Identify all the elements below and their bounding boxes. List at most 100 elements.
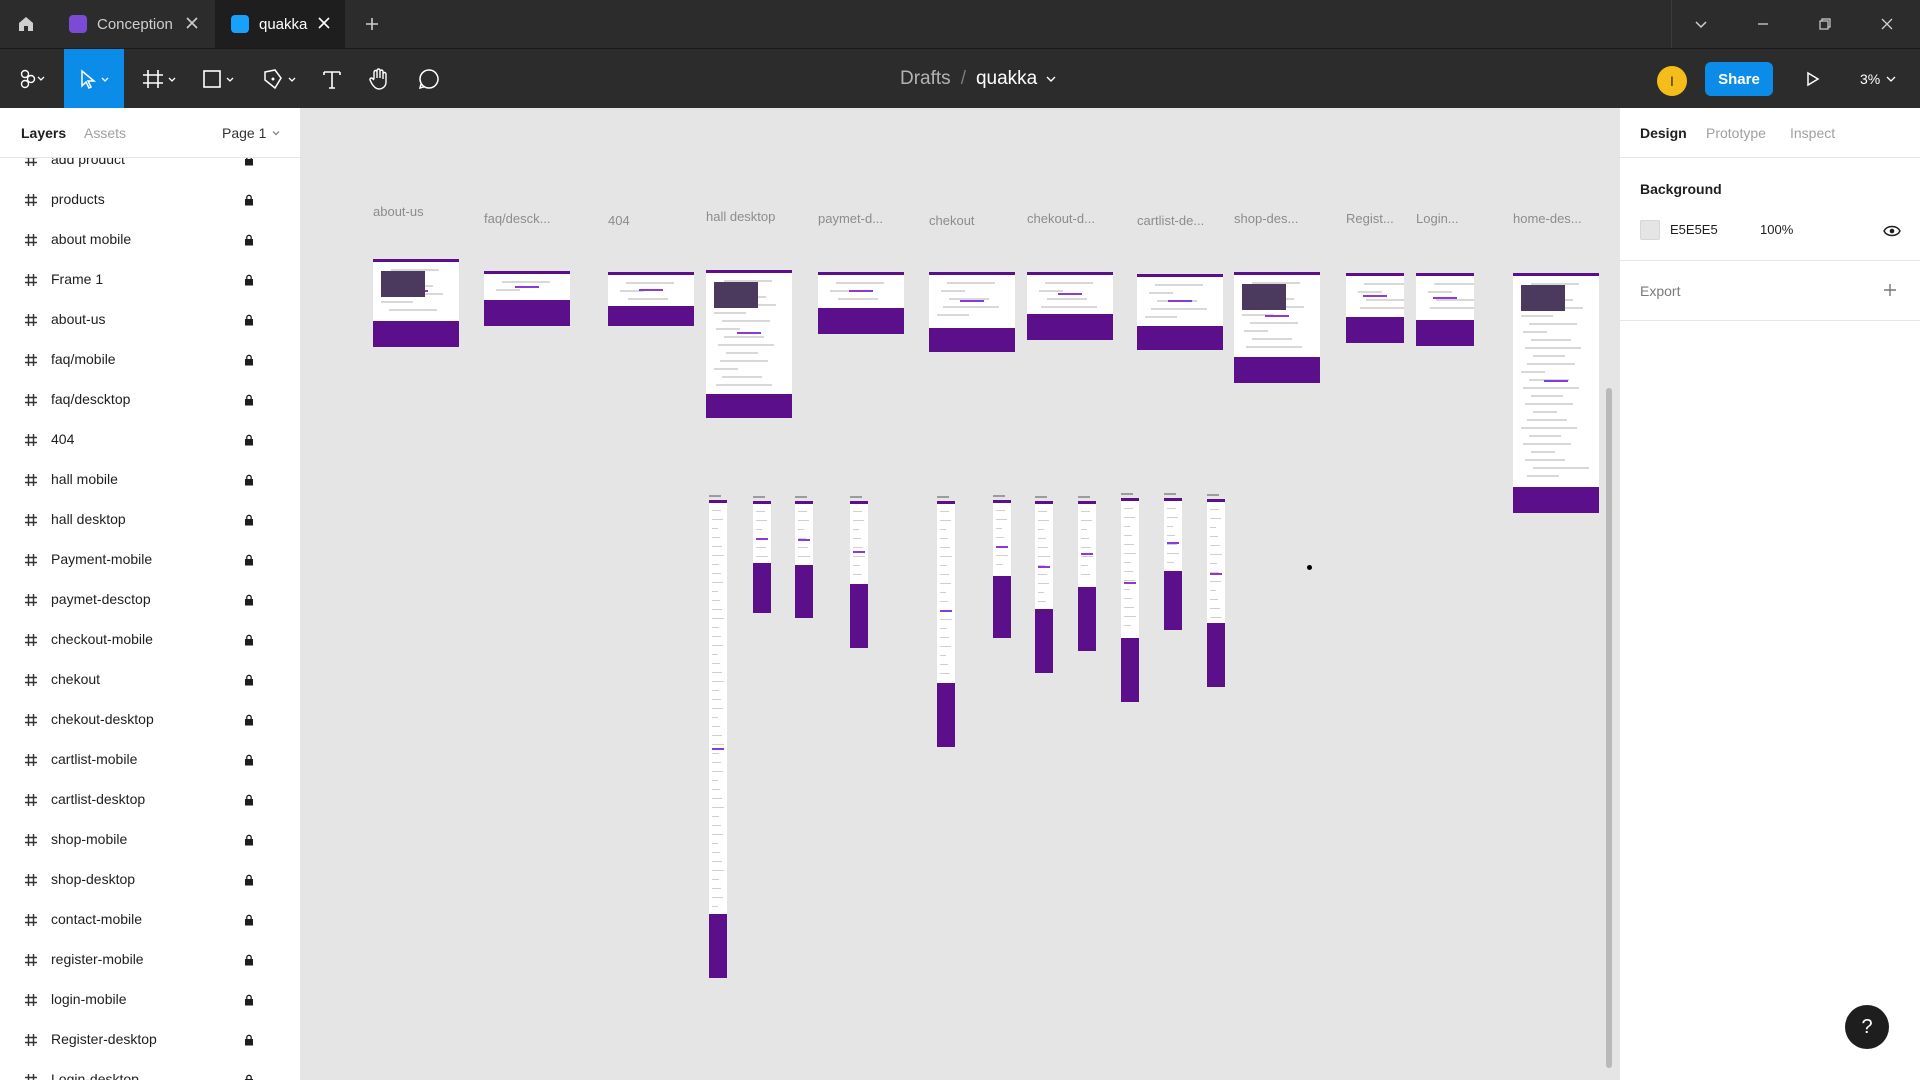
page-selector[interactable]: Page 1: [222, 108, 282, 158]
layer-item[interactable]: faq/mobile: [0, 340, 300, 380]
avatar[interactable]: I: [1657, 66, 1687, 96]
frame-label[interactable]: [709, 495, 721, 497]
canvas-frame[interactable]: [993, 500, 1011, 638]
breadcrumb-project[interactable]: Drafts: [900, 68, 951, 90]
canvas-frame[interactable]: [1234, 272, 1320, 383]
frame-label[interactable]: [937, 496, 949, 498]
layer-item[interactable]: shop-desktop: [0, 860, 300, 900]
frame-label[interactable]: shop-des...: [1234, 211, 1298, 226]
layer-item[interactable]: faq/descktop: [0, 380, 300, 420]
help-button[interactable]: ?: [1845, 1005, 1889, 1049]
tab-prototype[interactable]: Prototype: [1706, 108, 1766, 158]
layer-item[interactable]: Register-desktop: [0, 1020, 300, 1060]
frame-label[interactable]: Regist...: [1346, 211, 1394, 226]
layer-item[interactable]: contact-mobile: [0, 900, 300, 940]
layer-item[interactable]: chekout-desktop: [0, 700, 300, 740]
layer-item[interactable]: products: [0, 180, 300, 220]
share-button[interactable]: Share: [1705, 62, 1773, 96]
lock-icon[interactable]: [243, 594, 255, 606]
canvas-frame[interactable]: [929, 272, 1015, 352]
canvas-scrollbar[interactable]: [1606, 388, 1612, 1068]
canvas-frame[interactable]: [1513, 273, 1599, 513]
layer-item[interactable]: hall mobile: [0, 460, 300, 500]
tab-layers[interactable]: Layers: [21, 108, 66, 158]
tab-quakka[interactable]: quakka: [215, 0, 345, 48]
canvas-frame[interactable]: [484, 271, 570, 326]
lock-icon[interactable]: [243, 434, 255, 446]
canvas-frame[interactable]: [818, 272, 904, 334]
close-icon[interactable]: [185, 16, 199, 30]
lock-icon[interactable]: [243, 954, 255, 966]
layer-item[interactable]: about-us: [0, 300, 300, 340]
chevron-down-icon[interactable]: [1041, 72, 1061, 86]
canvas[interactable]: about-us faq/desck... 404 hall desktop payme…: [301, 108, 1619, 1080]
minimize-button[interactable]: [1732, 0, 1794, 48]
lock-icon[interactable]: [243, 834, 255, 846]
layer-item[interactable]: login-mobile: [0, 980, 300, 1020]
frame-label[interactable]: chekout: [929, 213, 975, 228]
zoom-dropdown[interactable]: 3%: [1860, 49, 1898, 109]
close-icon[interactable]: [317, 16, 331, 30]
frame-label[interactable]: [795, 496, 807, 498]
canvas-frame[interactable]: [1137, 274, 1223, 350]
lock-icon[interactable]: [243, 874, 255, 886]
lock-icon[interactable]: [243, 714, 255, 726]
canvas-frame[interactable]: [373, 259, 459, 347]
shape-tool[interactable]: [196, 49, 246, 109]
frame-label[interactable]: [850, 496, 862, 498]
frame-label[interactable]: [1121, 493, 1133, 495]
layer-item[interactable]: about mobile: [0, 220, 300, 260]
home-button[interactable]: [0, 0, 52, 48]
layer-item[interactable]: register-mobile: [0, 940, 300, 980]
lock-icon[interactable]: [243, 314, 255, 326]
frame-tool[interactable]: [136, 49, 186, 109]
lock-icon[interactable]: [243, 194, 255, 206]
canvas-frame[interactable]: [1164, 498, 1182, 630]
tab-design[interactable]: Design: [1640, 108, 1687, 158]
lock-icon[interactable]: [243, 674, 255, 686]
frame-label[interactable]: 404: [608, 213, 630, 228]
lock-icon[interactable]: [243, 234, 255, 246]
layer-item[interactable]: cartlist-desktop: [0, 780, 300, 820]
frame-label[interactable]: cartlist-de...: [1137, 213, 1204, 228]
lock-icon[interactable]: [243, 634, 255, 646]
canvas-frame[interactable]: [706, 270, 792, 418]
lock-icon[interactable]: [243, 474, 255, 486]
canvas-frame[interactable]: [1035, 501, 1053, 673]
canvas-frame[interactable]: [1078, 501, 1096, 651]
background-color-swatch[interactable]: [1640, 220, 1660, 240]
lock-icon[interactable]: [243, 354, 255, 366]
layer-item[interactable]: cartlist-mobile: [0, 740, 300, 780]
eye-icon[interactable]: [1883, 224, 1901, 238]
tab-assets[interactable]: Assets: [84, 108, 126, 158]
frame-label[interactable]: [753, 496, 765, 498]
frame-label[interactable]: [1035, 496, 1047, 498]
frame-label[interactable]: [1164, 493, 1176, 495]
tab-conception[interactable]: Conception: [53, 0, 213, 48]
move-tool[interactable]: [64, 49, 124, 109]
lock-icon[interactable]: [243, 1074, 255, 1080]
lock-icon[interactable]: [243, 1034, 255, 1046]
canvas-frame[interactable]: [937, 501, 955, 747]
hand-tool[interactable]: [360, 49, 398, 109]
tab-inspect[interactable]: Inspect: [1790, 108, 1835, 158]
pen-tool[interactable]: [256, 49, 306, 109]
canvas-frame[interactable]: [1416, 273, 1474, 346]
canvas-frame[interactable]: [795, 501, 813, 618]
frame-label[interactable]: [993, 495, 1005, 497]
lock-icon[interactable]: [243, 554, 255, 566]
lock-icon[interactable]: [243, 794, 255, 806]
lock-icon[interactable]: [243, 754, 255, 766]
layer-item[interactable]: 404: [0, 420, 300, 460]
breadcrumb-file-name[interactable]: quakka: [976, 68, 1037, 90]
frame-label[interactable]: about-us: [373, 204, 424, 219]
layer-item[interactable]: Payment-mobile: [0, 540, 300, 580]
frame-label[interactable]: [1078, 496, 1090, 498]
tabs-dropdown-button[interactable]: [1670, 0, 1732, 48]
canvas-frame[interactable]: [608, 272, 694, 326]
comment-tool[interactable]: [410, 49, 448, 109]
layer-item[interactable]: Frame 1: [0, 260, 300, 300]
lock-icon[interactable]: [243, 394, 255, 406]
main-menu-button[interactable]: [8, 49, 54, 109]
text-tool[interactable]: [314, 49, 350, 109]
